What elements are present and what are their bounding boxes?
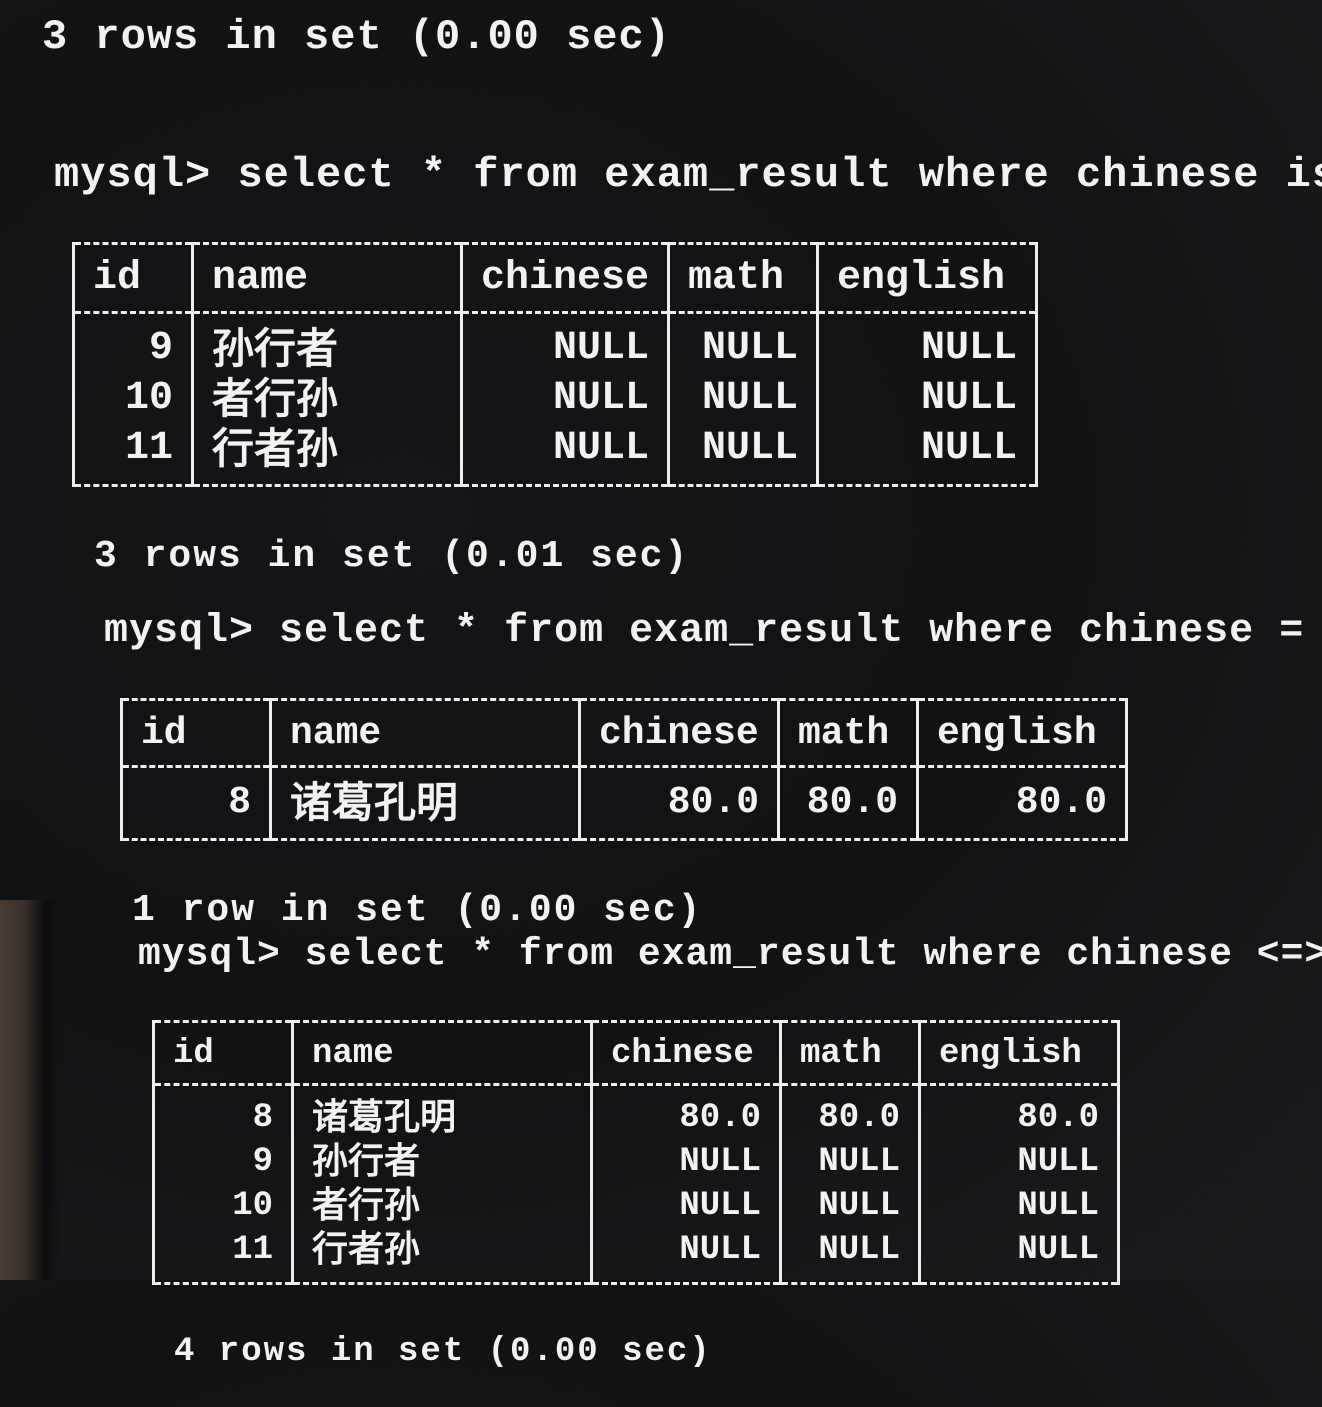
column-header-name: name bbox=[291, 1020, 593, 1086]
table-row: 8 诸葛孔明 80.0 80.0 80.0 bbox=[152, 1084, 1120, 1140]
cell-english: 80.0 bbox=[918, 1084, 1120, 1140]
column-header-english: english bbox=[816, 242, 1039, 314]
cell-math: 80.0 bbox=[777, 766, 919, 841]
cell-id: 11 bbox=[152, 1228, 294, 1285]
table-header-row: id name chinese math english bbox=[72, 242, 1039, 314]
cell-id: 10 bbox=[72, 374, 194, 424]
command-line: mysql> select * from exam_result where c… bbox=[54, 154, 1322, 196]
table-row: 8 诸葛孔明 80.0 80.0 80.0 bbox=[120, 766, 1128, 841]
mysql-prompt: mysql> bbox=[104, 609, 280, 654]
column-header-id: id bbox=[120, 698, 272, 768]
column-header-chinese: chinese bbox=[578, 698, 780, 768]
column-header-id: id bbox=[72, 242, 194, 314]
cell-chinese: NULL bbox=[590, 1228, 782, 1285]
cell-name: 者行孙 bbox=[191, 374, 463, 424]
cell-name: 诸葛孔明 bbox=[291, 1084, 593, 1140]
cell-name: 孙行者 bbox=[191, 312, 463, 374]
cell-chinese: 80.0 bbox=[590, 1084, 782, 1140]
column-header-math: math bbox=[779, 1020, 921, 1086]
cell-math: NULL bbox=[779, 1140, 921, 1184]
result-summary: 3 rows in set (0.01 sec) bbox=[94, 535, 690, 578]
command-line: mysql> select * from exam_result where c… bbox=[138, 936, 1322, 974]
result-summary: 4 rows in set (0.00 sec) bbox=[174, 1333, 712, 1371]
sql-command: select * from exam_result where chinese … bbox=[304, 933, 1322, 976]
command-line: mysql> select * from exam_result where c… bbox=[104, 612, 1322, 652]
column-header-chinese: chinese bbox=[459, 242, 671, 314]
cell-math: 80.0 bbox=[779, 1084, 921, 1140]
table-row: 9 孙行者 NULL NULL NULL bbox=[152, 1140, 1120, 1184]
cell-math: NULL bbox=[667, 312, 820, 374]
mysql-prompt: mysql> bbox=[138, 933, 305, 976]
column-header-name: name bbox=[191, 242, 463, 314]
table-header-row: id name chinese math english bbox=[120, 698, 1128, 768]
cell-english: NULL bbox=[918, 1228, 1120, 1285]
table-row: 11 行者孙 NULL NULL NULL bbox=[152, 1228, 1120, 1285]
sql-command: select * from exam_result where chinese … bbox=[237, 151, 1322, 199]
cell-name: 者行孙 bbox=[291, 1184, 593, 1228]
table-row: 11 行者孙 NULL NULL NULL bbox=[72, 424, 1039, 487]
cell-name: 诸葛孔明 bbox=[269, 766, 581, 841]
cell-id: 8 bbox=[120, 766, 272, 841]
cell-id: 9 bbox=[152, 1140, 294, 1184]
column-header-chinese: chinese bbox=[590, 1020, 782, 1086]
cell-math: NULL bbox=[667, 374, 820, 424]
cell-english: NULL bbox=[918, 1140, 1120, 1184]
result-table: id name chinese math english 8 诸葛孔明 80.0… bbox=[152, 1020, 1120, 1285]
cell-chinese: NULL bbox=[590, 1140, 782, 1184]
query-block-3: mysql> select * from exam_result where c… bbox=[138, 900, 1322, 1407]
cell-english: NULL bbox=[816, 312, 1039, 374]
table-row: 10 者行孙 NULL NULL NULL bbox=[152, 1184, 1120, 1228]
cell-name: 行者孙 bbox=[191, 424, 463, 487]
result-table: id name chinese math english 9 孙行者 NULL … bbox=[72, 242, 1039, 487]
cell-name: 行者孙 bbox=[291, 1228, 593, 1285]
column-header-english: english bbox=[916, 698, 1128, 768]
cell-english: NULL bbox=[816, 424, 1039, 487]
query-block-1: mysql> select * from exam_result where c… bbox=[54, 118, 1322, 614]
previous-result-summary: 3 rows in set (0.00 sec) bbox=[42, 13, 671, 61]
cell-id: 8 bbox=[152, 1084, 294, 1140]
cell-chinese: NULL bbox=[459, 374, 671, 424]
table-row: 10 者行孙 NULL NULL NULL bbox=[72, 374, 1039, 424]
cell-id: 9 bbox=[72, 312, 194, 374]
cell-english: NULL bbox=[816, 374, 1039, 424]
cell-chinese: NULL bbox=[459, 312, 671, 374]
column-header-math: math bbox=[777, 698, 919, 768]
cell-id: 10 bbox=[152, 1184, 294, 1228]
terminal-screen: 3 rows in set (0.00 sec) mysql> select *… bbox=[0, 0, 1322, 1371]
cell-math: NULL bbox=[667, 424, 820, 487]
column-header-id: id bbox=[152, 1020, 294, 1086]
sql-command: select * from exam_result where chinese … bbox=[279, 609, 1305, 654]
column-header-name: name bbox=[269, 698, 581, 768]
cell-math: NULL bbox=[779, 1184, 921, 1228]
table-header-row: id name chinese math english bbox=[152, 1020, 1120, 1086]
column-header-english: english bbox=[918, 1020, 1120, 1086]
cell-chinese: NULL bbox=[590, 1184, 782, 1228]
cell-name: 孙行者 bbox=[291, 1140, 593, 1184]
cell-math: NULL bbox=[779, 1228, 921, 1285]
cell-chinese: 80.0 bbox=[578, 766, 780, 841]
cell-english: NULL bbox=[918, 1184, 1120, 1228]
cell-id: 11 bbox=[72, 424, 194, 487]
cell-english: 80.0 bbox=[916, 766, 1128, 841]
cell-chinese: NULL bbox=[459, 424, 671, 487]
result-table: id name chinese math english 8 诸葛孔明 80.0… bbox=[120, 698, 1128, 841]
table-row: 9 孙行者 NULL NULL NULL bbox=[72, 312, 1039, 374]
mysql-prompt: mysql> bbox=[54, 151, 238, 199]
column-header-math: math bbox=[667, 242, 820, 314]
